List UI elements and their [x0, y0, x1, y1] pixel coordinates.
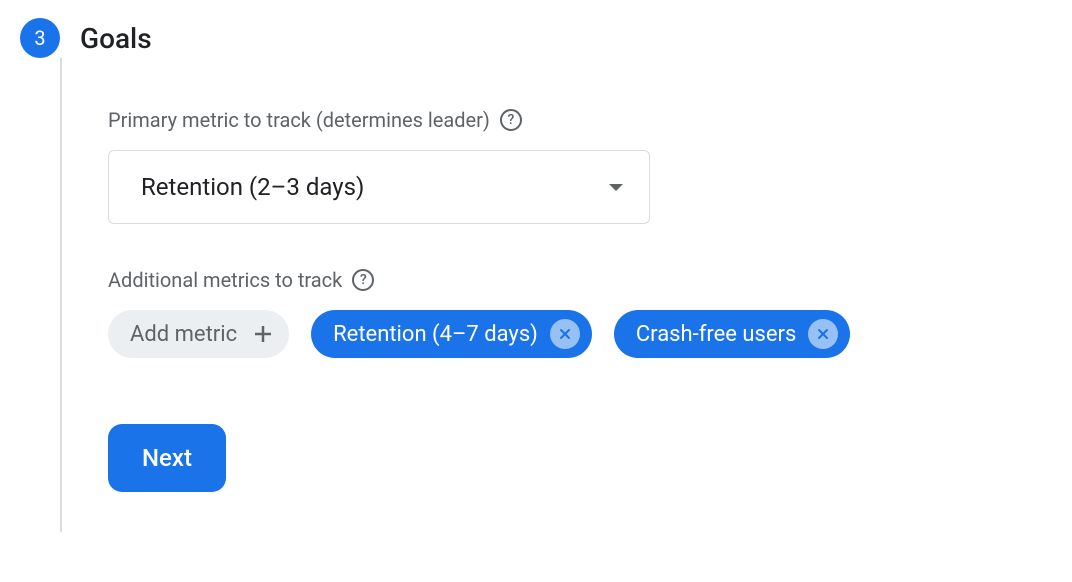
next-button[interactable]: Next — [108, 424, 226, 492]
help-icon[interactable]: ? — [500, 109, 522, 131]
step-container: 3 Goals Primary metric to track (determi… — [0, 0, 1072, 550]
help-icon[interactable]: ? — [352, 269, 374, 291]
primary-metric-label-row: Primary metric to track (determines lead… — [108, 108, 1052, 132]
close-icon[interactable] — [808, 319, 838, 349]
additional-metrics-label: Additional metrics to track — [108, 268, 342, 292]
metric-chip-label: Retention (4–7 days) — [333, 322, 538, 347]
additional-metrics-group: Additional metrics to track ? Add metric… — [108, 268, 1052, 358]
chevron-down-icon — [609, 184, 623, 191]
add-metric-chip[interactable]: Add metric — [108, 310, 289, 358]
add-metric-label: Add metric — [130, 322, 237, 347]
step-title: Goals — [80, 22, 152, 55]
metric-chip-row: Add metric Retention (4–7 days) Crash-fr… — [108, 310, 1052, 358]
step-number-badge: 3 — [20, 18, 60, 58]
plus-icon — [249, 320, 277, 348]
step-header: 3 Goals — [20, 18, 1052, 58]
metric-chip-label: Crash-free users — [636, 322, 797, 347]
primary-metric-value: Retention (2–3 days) — [141, 173, 364, 201]
step-body: Primary metric to track (determines lead… — [60, 58, 1052, 532]
primary-metric-label: Primary metric to track (determines lead… — [108, 108, 490, 132]
metric-chip[interactable]: Crash-free users — [614, 310, 851, 358]
metric-chip[interactable]: Retention (4–7 days) — [311, 310, 592, 358]
additional-metrics-label-row: Additional metrics to track ? — [108, 268, 1052, 292]
primary-metric-group: Primary metric to track (determines lead… — [108, 108, 1052, 224]
close-icon[interactable] — [550, 319, 580, 349]
primary-metric-select[interactable]: Retention (2–3 days) — [108, 150, 650, 224]
